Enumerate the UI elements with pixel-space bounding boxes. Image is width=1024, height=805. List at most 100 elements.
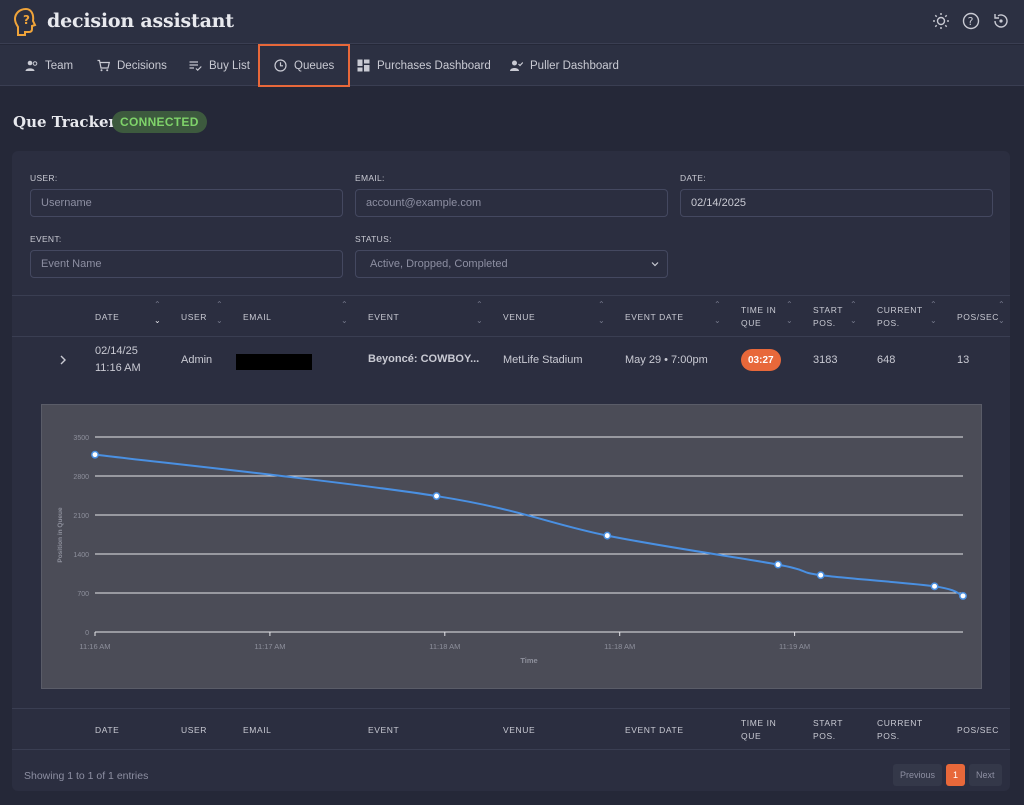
foot-col-current-line1: CURRENT (877, 718, 923, 728)
foot-col-start-line1: START (813, 718, 844, 728)
col-time-in-que-line2: QUE (741, 318, 762, 328)
col-current-pos[interactable]: CURRENT POS. (877, 296, 923, 338)
col-current-pos-line2: POS. (877, 318, 900, 328)
refresh-icon[interactable] (992, 12, 1010, 30)
x-tick-label: 11:18 AM (604, 642, 635, 651)
nav-label: Team (45, 59, 74, 72)
sort-venue-icon[interactable]: ⌃ ⌄ (598, 300, 606, 330)
col-email[interactable]: EMAIL (243, 296, 272, 338)
entries-info: Showing 1 to 1 of 1 entries (24, 770, 149, 782)
top-bar: ? decision assistant ? (0, 0, 1024, 44)
svg-text:?: ? (23, 13, 30, 27)
date-filter-input[interactable]: 02/14/2025 (680, 189, 993, 217)
x-tick-label: 11:19 AM (779, 642, 810, 651)
row-email-redacted (236, 354, 312, 370)
y-tick-label: 3500 (73, 435, 89, 442)
sort-time-icon[interactable]: ⌃ ⌄ (786, 300, 794, 330)
col-time-in-que-line1: TIME IN (741, 305, 777, 315)
x-tick-label: 11:18 AM (429, 642, 460, 651)
table-header: DATE ⌃ ⌄ USER ⌃ ⌄ EMAIL ⌃ ⌄ EVENT ⌃ ⌄ VENUE … (12, 295, 1010, 337)
sort-start-icon[interactable]: ⌃ ⌄ (850, 300, 858, 330)
data-point (774, 560, 782, 569)
nav-item-decisions[interactable]: Decisions (97, 45, 167, 86)
data-point (603, 531, 612, 540)
y-tick-label: 0 (85, 630, 89, 637)
nav-label: Buy List (209, 59, 250, 72)
nav-label: Puller Dashboard (530, 59, 619, 72)
sort-event-date-icon[interactable]: ⌃ ⌄ (714, 300, 722, 330)
page-1-button[interactable]: 1 (946, 764, 966, 786)
status-filter-label: STATUS: (355, 234, 392, 244)
email-filter-placeholder: account@example.com (366, 197, 482, 209)
user-filter-label: USER: (30, 173, 58, 183)
que-tracker-card: USER: Username EMAIL: account@example.co… (12, 151, 1010, 791)
chevron-down-icon (651, 262, 659, 267)
y-tick-label: 700 (77, 591, 89, 598)
row-start-pos: 3183 (813, 354, 838, 366)
row-event: Beyoncé: COWBOY... (368, 353, 480, 365)
previous-page-button[interactable]: Previous (893, 764, 943, 786)
col-date[interactable]: DATE (95, 296, 119, 338)
user-filter-input[interactable]: Username (30, 189, 343, 217)
page-title: Que Tracker (13, 113, 117, 131)
row-date: 02/14/25 11:16 AM (95, 343, 141, 377)
row-venue: MetLife Stadium (503, 354, 583, 366)
nav-item-buy-list[interactable]: Buy List (189, 45, 250, 86)
nav-item-queues[interactable]: Queues (257, 44, 351, 87)
col-event-date[interactable]: EVENT DATE (625, 296, 684, 338)
table-row[interactable]: 02/14/25 11:16 AM Admin Beyoncé: COWBOY.… (12, 337, 1010, 383)
x-tick-label: 11:17 AM (254, 642, 285, 651)
nav-item-team[interactable]: Team (25, 45, 73, 86)
col-current-pos-line1: CURRENT (877, 305, 923, 315)
app-title: decision assistant (47, 10, 234, 32)
nav-label: Purchases Dashboard (377, 59, 491, 72)
event-filter-input[interactable]: Event Name (30, 250, 343, 278)
next-page-button[interactable]: Next (969, 764, 1002, 786)
row-pos-sec: 13 (957, 354, 970, 366)
col-event[interactable]: EVENT (368, 296, 399, 338)
email-filter-label: EMAIL: (355, 173, 385, 183)
row-current-pos: 648 (877, 354, 896, 366)
data-point (959, 591, 967, 600)
nav-item-purchases-dashboard[interactable]: Purchases Dashboard (357, 45, 491, 86)
sort-email-icon[interactable]: ⌃ ⌄ (341, 300, 349, 330)
date-filter-value: 02/14/2025 (691, 197, 747, 209)
foot-col-user: USER (181, 724, 208, 735)
col-venue[interactable]: VENUE (503, 296, 535, 338)
sort-user-icon[interactable]: ⌃ ⌄ (216, 300, 224, 330)
col-start-pos[interactable]: START POS. (813, 296, 843, 338)
sort-date-icon[interactable]: ⌃ ⌄ (154, 300, 162, 330)
x-tick-label: 11:16 AM (79, 642, 110, 651)
foot-col-event-date: EVENT DATE (625, 724, 684, 735)
status-filter-select[interactable]: Active, Dropped, Completed (355, 250, 668, 278)
svg-text:?: ? (968, 15, 974, 28)
nav-item-puller-dashboard[interactable]: Puller Dashboard (510, 45, 619, 86)
expand-chevron-icon[interactable] (58, 354, 68, 366)
data-point (930, 582, 939, 591)
event-filter-label: EVENT: (30, 234, 62, 244)
queue-position-chart: 0 700 1400 2100 2800 3500 11:16 AM 11:17 AM 11:1… (41, 404, 982, 689)
foot-col-start-line2: POS. (813, 731, 836, 741)
date-filter-label: DATE: (680, 173, 706, 183)
email-filter-input[interactable]: account@example.com (355, 189, 668, 217)
main-nav: Team Decisions Buy List Queues Purchases… (0, 44, 1024, 87)
time-in-que-badge: 03:27 (741, 349, 781, 371)
foot-col-email: EMAIL (243, 724, 272, 735)
pagination: Previous 1 Next (893, 764, 1002, 786)
col-time-in-que[interactable]: TIME IN QUE (741, 296, 776, 338)
event-filter-placeholder: Event Name (41, 258, 102, 270)
help-icon[interactable]: ? (962, 12, 980, 30)
foot-col-start-pos: START POS. (813, 709, 843, 751)
sort-event-icon[interactable]: ⌃ ⌄ (476, 300, 484, 330)
col-user[interactable]: USER (181, 296, 207, 338)
sort-current-icon[interactable]: ⌃ ⌄ (930, 300, 938, 330)
foot-col-date: DATE (95, 724, 120, 735)
data-point (432, 492, 441, 501)
col-pos-sec[interactable]: POS/SEC (957, 296, 999, 338)
data-point (91, 450, 99, 459)
sort-pos-sec-icon[interactable]: ⌃ ⌄ (998, 300, 1006, 330)
status-filter-value: Active, Dropped, Completed (370, 258, 508, 270)
y-tick-label: 2100 (73, 513, 89, 520)
theme-sun-icon[interactable] (932, 12, 950, 30)
cart-icon (97, 59, 110, 72)
